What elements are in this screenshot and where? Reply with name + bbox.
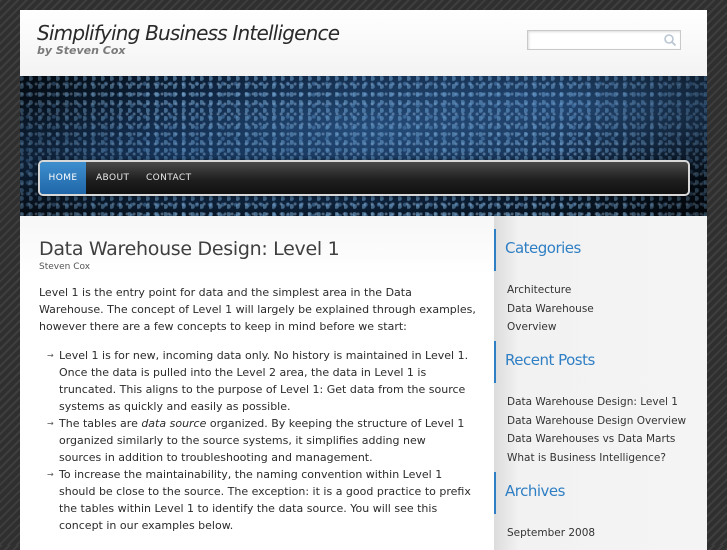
recent-post-link[interactable]: Data Warehouse Design Overview: [507, 415, 686, 427]
list-item-text: To increase the maintainability, the nam…: [59, 468, 471, 532]
site-header: Simplifying Business Intelligence by Ste…: [20, 10, 707, 76]
site-title[interactable]: Simplifying Business Intelligence: [37, 21, 340, 45]
archives-heading-text: Archives: [505, 482, 565, 500]
categories-heading: Categories: [494, 229, 707, 271]
arrow-bullet-icon: →: [47, 470, 54, 479]
recent-posts-heading: Recent Posts: [494, 341, 707, 383]
category-link-overview[interactable]: Overview: [507, 321, 556, 333]
category-link-data-warehouse[interactable]: Data Warehouse: [507, 303, 594, 315]
list-item: → The tables are data source organized. …: [47, 415, 471, 466]
main-nav: HOME ABOUT CONTACT: [38, 160, 690, 196]
site-byline: by Steven Cox: [37, 44, 126, 57]
page: Simplifying Business Intelligence by Ste…: [20, 10, 707, 550]
recent-post-link[interactable]: Data Warehouses vs Data Marts: [507, 433, 675, 445]
nav-home[interactable]: HOME: [40, 162, 86, 194]
sidebar: Categories Architecture Data Warehouse O…: [494, 216, 707, 550]
list-item-text: Level 1 is for new, incoming data only. …: [59, 349, 469, 413]
nav-contact[interactable]: CONTACT: [146, 162, 191, 194]
list-item: → Level 1 is for new, incoming data only…: [47, 347, 471, 415]
list-item: → To increase the maintainability, the n…: [47, 466, 471, 534]
post-author: Steven Cox: [39, 262, 91, 272]
nav-about[interactable]: ABOUT: [96, 162, 129, 194]
archive-link-september-2008[interactable]: September 2008: [507, 527, 595, 539]
post-bullet-list: → Level 1 is for new, incoming data only…: [39, 347, 479, 534]
arrow-bullet-icon: →: [47, 351, 54, 360]
post-intro: Level 1 is the entry point for data and …: [39, 286, 476, 333]
post-body: Level 1 is the entry point for data and …: [39, 284, 479, 534]
recent-post-link[interactable]: What is Business Intelligence?: [507, 452, 666, 464]
recent-post-link[interactable]: Data Warehouse Design: Level 1: [507, 396, 678, 408]
category-link-architecture[interactable]: Architecture: [507, 284, 571, 296]
arrow-bullet-icon: →: [47, 419, 54, 428]
search-icon[interactable]: [663, 33, 677, 47]
main-content: Data Warehouse Design: Level 1 Steven Co…: [20, 216, 494, 550]
archives-heading: Archives: [494, 472, 707, 514]
categories-heading-text: Categories: [505, 239, 581, 257]
header-banner-image: HOME ABOUT CONTACT: [20, 76, 707, 216]
list-item-text-before: The tables are: [59, 417, 142, 430]
search-box: [527, 30, 681, 50]
list-item-emphasis: data source: [141, 417, 207, 430]
post-title[interactable]: Data Warehouse Design: Level 1: [39, 238, 340, 260]
search-input[interactable]: [528, 31, 658, 49]
recent-posts-heading-text: Recent Posts: [505, 351, 595, 369]
